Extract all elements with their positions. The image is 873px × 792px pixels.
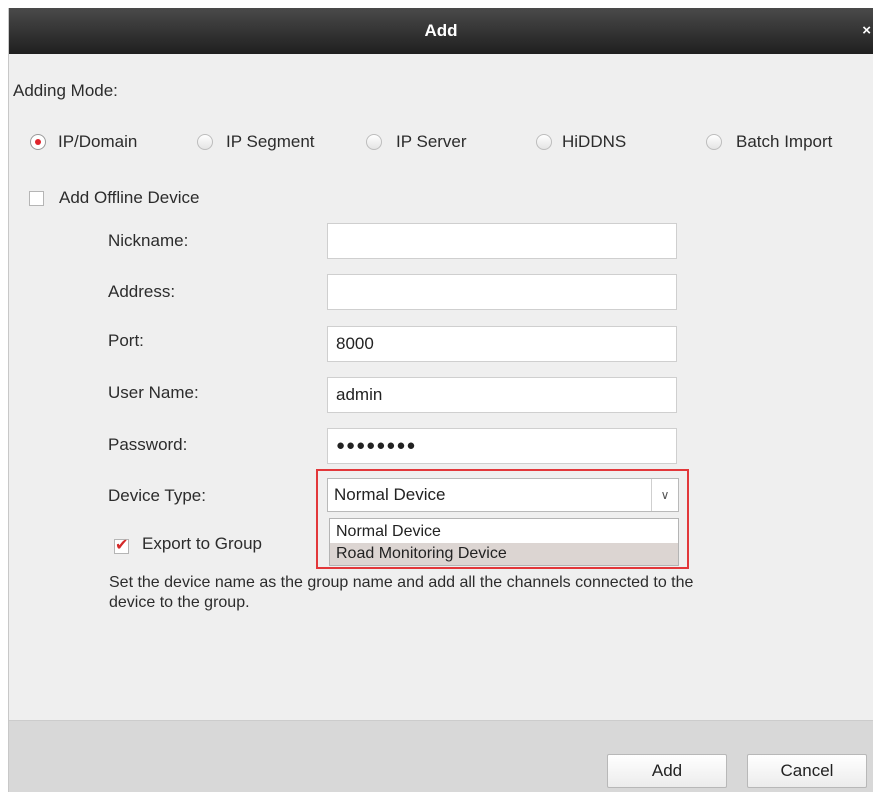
title-bar: Add ×	[9, 8, 873, 54]
radio-selected-icon[interactable]	[30, 134, 46, 150]
radio-unselected-icon[interactable]	[536, 134, 552, 150]
address-label: Address:	[108, 282, 176, 301]
user-name-label: User Name:	[108, 383, 199, 402]
dropdown-option-road-monitoring-device[interactable]: Road Monitoring Device	[330, 543, 678, 565]
export-group-description: Set the device name as the group name an…	[109, 574, 694, 611]
add-offline-device-label[interactable]: Add Offline Device	[59, 188, 199, 208]
radio-label-hiddns[interactable]: HiDDNS	[562, 132, 626, 152]
dialog-title: Add	[424, 21, 458, 40]
nickname-input[interactable]	[327, 223, 677, 259]
radio-unselected-icon[interactable]	[366, 134, 382, 150]
user-name-input[interactable]: admin	[327, 377, 677, 413]
close-icon[interactable]: ×	[862, 8, 871, 54]
nickname-label: Nickname:	[108, 231, 189, 250]
device-type-label: Device Type:	[108, 486, 206, 505]
radio-label-ip-server[interactable]: IP Server	[396, 132, 467, 152]
address-input[interactable]	[327, 274, 677, 310]
radio-unselected-icon[interactable]	[706, 134, 722, 150]
dialog-footer: Add Cancel	[9, 720, 873, 792]
adding-mode-label: Adding Mode:	[13, 81, 118, 100]
export-to-group-label[interactable]: Export to Group	[142, 534, 262, 554]
dropdown-option-normal-device[interactable]: Normal Device	[330, 521, 678, 543]
device-type-dropdown-list: Normal Device Road Monitoring Device	[329, 518, 679, 566]
add-offline-device-checkbox[interactable]	[29, 191, 44, 206]
add-device-dialog: Add × Adding Mode: IP/Domain IP Segment …	[8, 8, 873, 792]
port-input[interactable]: 8000	[327, 326, 677, 362]
export-to-group-checkbox[interactable]: ✔	[114, 537, 129, 554]
port-label: Port:	[108, 331, 144, 350]
radio-label-ip-segment[interactable]: IP Segment	[226, 132, 315, 152]
radio-label-batch-import[interactable]: Batch Import	[736, 132, 832, 152]
radio-unselected-icon[interactable]	[197, 134, 213, 150]
device-type-selected-value[interactable]: Normal Device	[334, 479, 445, 511]
cancel-button[interactable]: Cancel	[747, 754, 867, 788]
password-label: Password:	[108, 435, 188, 454]
radio-label-ip-domain[interactable]: IP/Domain	[58, 132, 137, 152]
password-input[interactable]: ●●●●●●●●	[327, 428, 677, 464]
device-type-select[interactable]: Normal Device ∨	[327, 478, 679, 512]
checkmark-icon: ✔	[115, 537, 129, 554]
chevron-down-icon[interactable]: ∨	[651, 479, 678, 511]
add-button[interactable]: Add	[607, 754, 727, 788]
